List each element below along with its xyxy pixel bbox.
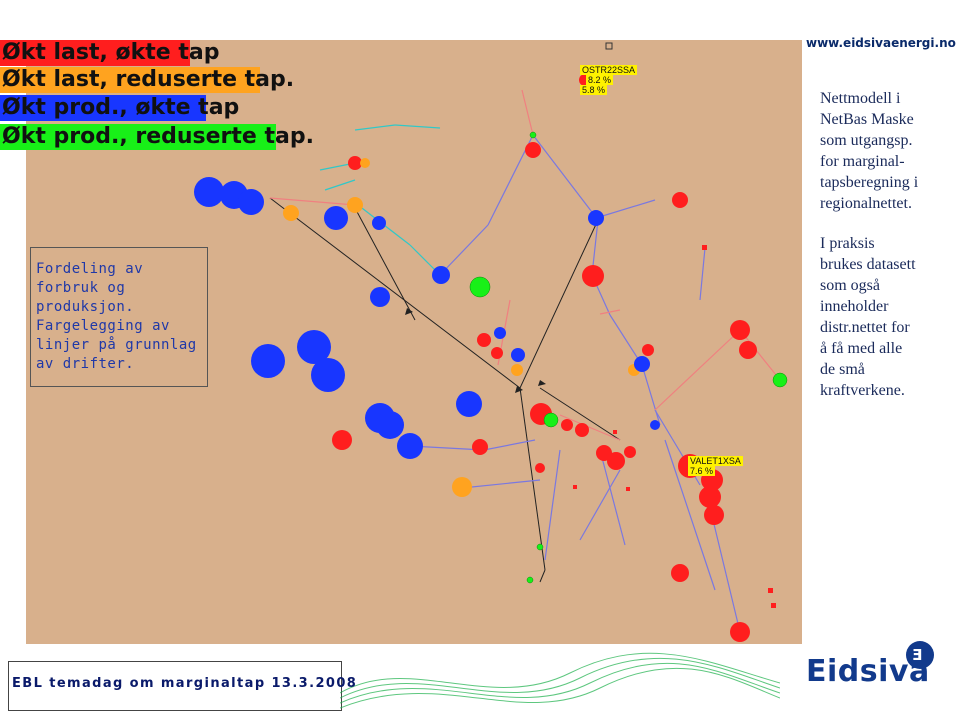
- station-name: VALET1XSA: [690, 456, 741, 466]
- info-line: produksjon.: [36, 299, 135, 315]
- info-box: Fordeling av forbruk og produksjon. Farg…: [30, 247, 208, 387]
- station-pct-1: 8.2 %: [586, 75, 614, 85]
- red-nodes: [332, 74, 757, 642]
- side-line: brukes datasett: [820, 256, 916, 273]
- blue-nodes: [194, 177, 660, 459]
- side-line: for marginal-: [820, 153, 905, 170]
- legend-orange: Økt last, reduserte tap.: [0, 67, 295, 93]
- blue-lines: [409, 134, 741, 633]
- info-line: av drifter.: [36, 356, 135, 372]
- side-line: distr.nettet for: [820, 319, 910, 336]
- side-line: kraftverkene.: [820, 382, 905, 399]
- legend-blue: Økt prod., økte tap: [0, 95, 240, 121]
- side-paragraph-2: I praksis brukes datasett som også inneh…: [820, 233, 916, 401]
- legend-red: Økt last, økte tap: [0, 40, 220, 66]
- footer-wave-decoration: [340, 652, 780, 709]
- legend-green: Økt prod., reduserte tap.: [0, 124, 314, 150]
- side-line: tapsberegning i: [820, 174, 919, 191]
- brand-logo-glyph: Ǝ: [912, 646, 923, 664]
- station-label-valet: VALET1XSA: [688, 456, 743, 466]
- top-marker: [605, 42, 613, 50]
- station-label-ostr: OSTR22SSA: [580, 65, 638, 75]
- station-pct-value: 7.6 %: [690, 466, 714, 476]
- side-line: I praksis: [820, 235, 875, 252]
- side-line: de små: [820, 361, 865, 378]
- side-line: som utgangsp.: [820, 132, 913, 149]
- station-pct-3: 7.6 %: [688, 466, 716, 476]
- info-line: Fargelegging av: [36, 318, 170, 334]
- info-line: linjer på grunnlag: [36, 337, 197, 353]
- direction-arrows: [405, 308, 546, 393]
- side-line: NetBas Maske: [820, 111, 914, 128]
- side-line: Nettmodell i: [820, 90, 901, 107]
- side-line: som også: [820, 277, 880, 294]
- station-pct-2: 5.8 %: [580, 85, 608, 95]
- footer-text: EBL temadag om marginaltap 13.3.2008: [12, 676, 358, 691]
- brand-logo-icon: Ǝ: [906, 641, 934, 669]
- info-line: forbruk og: [36, 280, 126, 296]
- side-line: regionalnettet.: [820, 195, 912, 212]
- info-line: Fordeling av: [36, 261, 144, 277]
- side-line: å få med alle: [820, 340, 903, 357]
- cyan-lines: [319, 124, 441, 276]
- station-pct-value: 5.8 %: [582, 85, 606, 95]
- side-line: inneholder: [820, 298, 889, 315]
- site-url[interactable]: www.eidsivaenergi.no: [806, 36, 956, 50]
- side-paragraph-1: Nettmodell i NetBas Maske som utgangsp. …: [820, 88, 918, 214]
- station-pct-value: 8.2 %: [588, 75, 612, 85]
- station-name: OSTR22SSA: [582, 65, 636, 75]
